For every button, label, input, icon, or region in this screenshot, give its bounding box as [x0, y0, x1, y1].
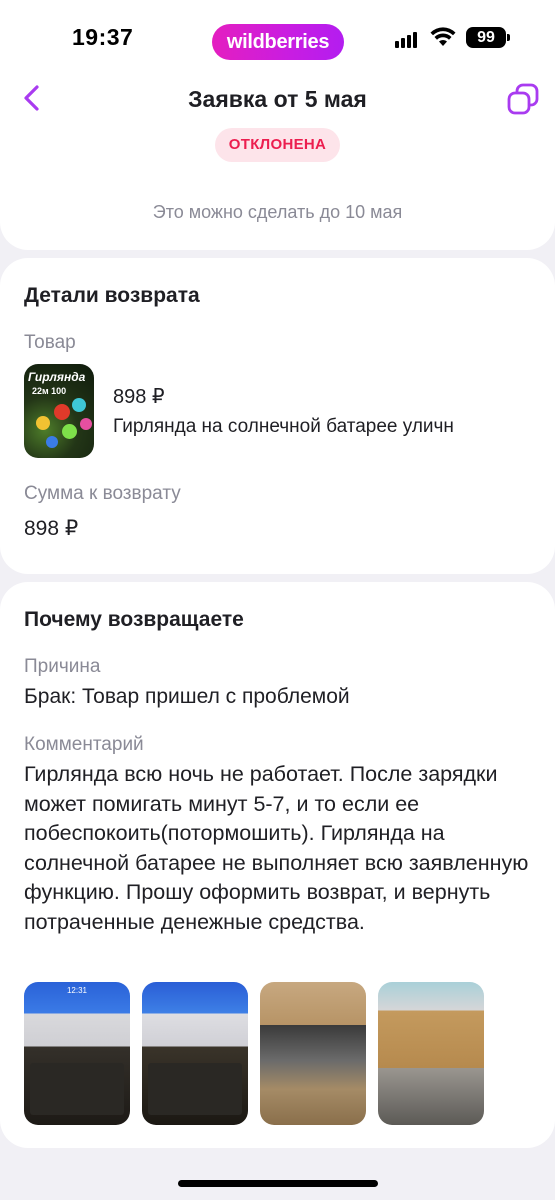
product-price: 898 ₽ — [113, 386, 165, 408]
photo-thumbnail[interactable] — [378, 982, 484, 1125]
reason-value: Брак: Товар пришел с проблемой — [24, 685, 350, 708]
reason-label: Причина — [24, 656, 101, 677]
product-image-title: Гирлянда — [28, 370, 86, 384]
copy-icon[interactable] — [506, 82, 540, 116]
status-badge: ОТКЛОНЕНА — [215, 128, 340, 162]
return-details-card: Детали возврата Товар Гирлянда 22м 100 8… — [0, 258, 555, 574]
battery-indicator: 99 — [466, 27, 510, 48]
comment-text: Гирлянда всю ночь не работает. После зар… — [24, 762, 529, 934]
cellular-signal-icon — [395, 30, 423, 48]
refund-amount: 898 ₽ — [24, 517, 79, 540]
status-bar: 19:37 wildberries 99 — [0, 0, 555, 80]
page-title: Заявка от 5 мая — [188, 86, 367, 112]
photo-clock: 12:31 — [66, 986, 88, 995]
photo-gallery: 12:31 — [24, 982, 494, 1125]
product-image[interactable]: Гирлянда 22м 100 — [24, 364, 94, 458]
photo-thumbnail[interactable] — [260, 982, 366, 1125]
product-label: Товар — [24, 332, 76, 353]
photo-thumbnail[interactable] — [142, 982, 248, 1125]
product-image-subtitle: 22м 100 — [32, 386, 67, 396]
product-name[interactable]: Гирлянда на солнечной батарее уличн — [113, 416, 513, 438]
status-time: 19:37 — [72, 24, 134, 50]
return-reason-card: Почему возвращаете Причина Брак: Товар п… — [0, 582, 555, 1148]
details-title: Детали возврата — [24, 284, 200, 307]
wifi-icon — [430, 27, 456, 46]
photo-thumbnail[interactable]: 12:31 — [24, 982, 130, 1125]
brand-logo: wildberries — [212, 24, 344, 60]
comment-label: Комментарий — [24, 734, 144, 755]
reason-title: Почему возвращаете — [24, 608, 244, 631]
deadline-text: Это можно сделать до 10 мая — [152, 202, 403, 222]
refund-label: Сумма к возврату — [24, 483, 181, 504]
home-indicator[interactable] — [178, 1180, 378, 1187]
